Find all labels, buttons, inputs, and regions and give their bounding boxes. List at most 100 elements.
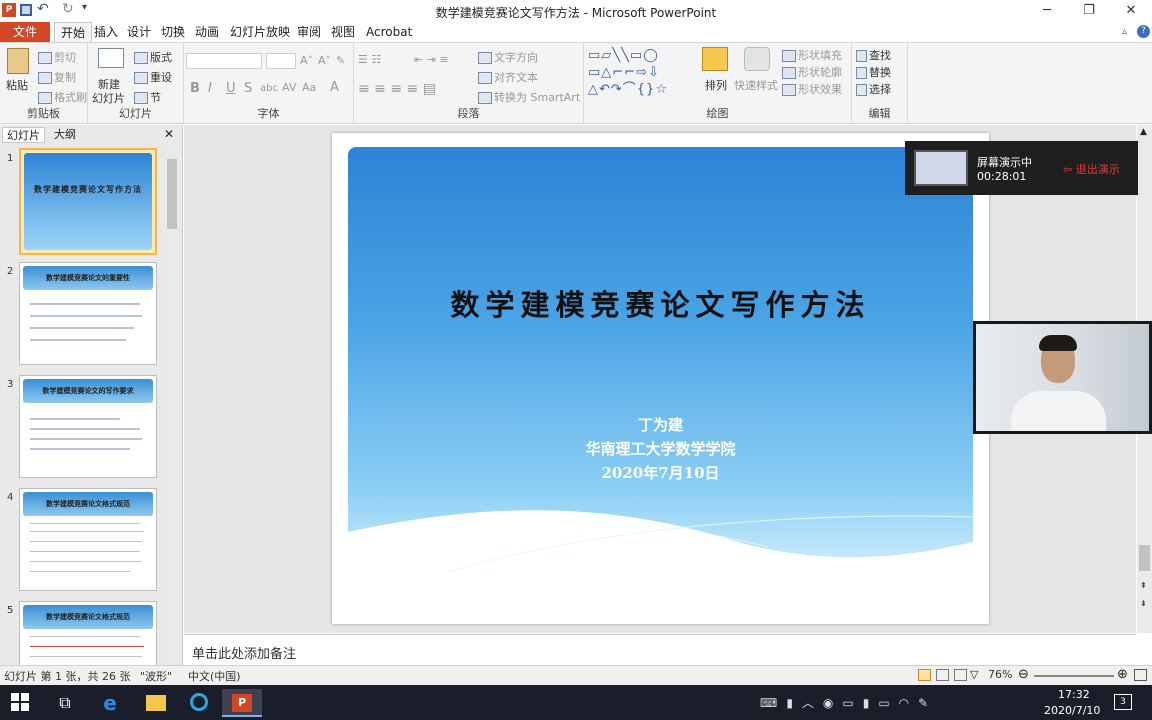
help-icon[interactable]: ? — [1137, 25, 1150, 38]
indent-icon[interactable]: ⇤ ⇥ ≡ — [414, 53, 449, 66]
slide-affiliation[interactable]: 华南理工大学数学学院 — [348, 438, 973, 459]
clear-format-icon[interactable]: ✎ — [336, 54, 345, 67]
tab-slideshow[interactable]: 幻灯片放映 — [224, 22, 296, 42]
slide-thumbnail[interactable]: 数学建模竞赛论文格式规范 — [19, 488, 157, 591]
strikethrough-button[interactable]: S — [244, 81, 252, 96]
exit-share-button[interactable]: ⇦ 退出演示 — [1063, 161, 1120, 177]
tab-view[interactable]: 视图 — [325, 22, 361, 42]
close-button[interactable]: ✕ — [1110, 0, 1152, 22]
notification-icon[interactable]: 3 — [1114, 694, 1132, 710]
new-slide-dropdown[interactable]: 幻灯片 — [92, 90, 125, 106]
editor-scroll-thumb[interactable] — [1139, 545, 1150, 571]
minimize-ribbon-icon[interactable]: ▵ — [1122, 26, 1127, 37]
shape-effects-button[interactable]: 形状效果 — [782, 81, 842, 97]
minimize-button[interactable]: ─ — [1026, 0, 1068, 22]
tab-animations[interactable]: 动画 — [189, 22, 225, 42]
format-painter-button[interactable]: 格式刷 — [38, 89, 87, 105]
zoom-in-icon[interactable]: ⊕ — [1117, 667, 1128, 682]
underline-button[interactable]: U — [226, 81, 236, 96]
layout-button[interactable]: 版式 — [134, 49, 172, 65]
slide-date[interactable]: 2020年7月10日 — [348, 462, 973, 483]
tab-design[interactable]: 设计 — [121, 22, 157, 42]
select-button[interactable]: 选择 — [856, 81, 891, 97]
tab-home[interactable]: 开始 — [54, 22, 93, 42]
align-buttons[interactable]: ≡ ≡ ≡ ≡ ▤ — [358, 81, 436, 97]
normal-view-icon[interactable] — [918, 669, 931, 681]
panel-scroll-thumb[interactable] — [167, 159, 177, 229]
shape-outline-button[interactable]: 形状轮廓 — [782, 64, 842, 80]
copy-button[interactable]: 复制 — [38, 69, 76, 85]
text-direction-button[interactable]: 文字方向 — [478, 49, 538, 65]
slide-author[interactable]: 丁为建 — [348, 414, 973, 435]
shapes-gallery[interactable]: ▭▱╲╲▭◯ ▭△⌐⌐⇨⇩ △↶↷⌒{}☆ — [588, 47, 688, 99]
paste-icon[interactable] — [7, 48, 29, 74]
slide-title[interactable]: 数学建模竞赛论文写作方法 — [348, 282, 973, 324]
arrange-icon[interactable] — [702, 47, 728, 71]
task-view-icon[interactable]: ⧉ — [45, 689, 85, 717]
section-button[interactable]: 节 — [134, 89, 161, 105]
font-size-select[interactable] — [266, 53, 296, 69]
notes-placeholder[interactable]: 单击此处添加备注 — [192, 643, 296, 662]
powerpoint-taskbar-icon[interactable]: P — [222, 689, 262, 717]
grow-font-icon[interactable]: A˄ — [300, 54, 313, 67]
quick-styles-button[interactable]: 快速样式 — [734, 77, 778, 93]
quick-styles-icon[interactable] — [744, 47, 770, 71]
meeting-app-icon[interactable] — [180, 689, 220, 717]
paste-button[interactable]: 粘贴 — [6, 77, 28, 93]
zoom-slider[interactable] — [1034, 675, 1114, 677]
prev-slide-icon[interactable]: ⇞ — [1140, 581, 1147, 590]
zoom-level[interactable]: 76% — [988, 668, 1012, 681]
slide-thumbnail[interactable]: 数学建模竞赛论文格式规范 — [19, 601, 157, 665]
file-explorer-icon[interactable] — [135, 689, 175, 717]
notes-pane[interactable]: 单击此处添加备注 — [184, 634, 1136, 664]
align-text-button[interactable]: 对齐文本 — [478, 69, 538, 85]
font-color-icon[interactable]: A — [330, 80, 339, 95]
tab-transitions[interactable]: 切换 — [155, 22, 191, 42]
italic-button[interactable]: I — [208, 81, 212, 96]
language-indicator[interactable]: 中文(中国) — [188, 668, 241, 684]
maximize-button[interactable]: ❐ — [1068, 0, 1110, 22]
shrink-font-icon[interactable]: A˅ — [318, 54, 331, 67]
clock-date[interactable]: 2020/7/10 — [1044, 704, 1100, 717]
slide-thumbnail[interactable]: 数学建模竞赛论文的重要性 — [19, 262, 157, 365]
slideshow-icon[interactable]: ▽ — [970, 668, 978, 681]
tab-insert[interactable]: 插入 — [88, 22, 124, 42]
bold-button[interactable]: B — [190, 81, 200, 96]
theme-name[interactable]: "波形" — [140, 668, 172, 684]
thumb-title: 数学建模竞赛论文的写作要求 — [23, 379, 153, 403]
tab-file[interactable]: 文件 — [0, 22, 50, 42]
slide-sorter-icon[interactable] — [936, 669, 949, 681]
tab-acrobat[interactable]: Acrobat — [360, 22, 418, 42]
next-slide-icon[interactable]: ⇟ — [1140, 599, 1147, 608]
change-case-button[interactable]: Aa — [302, 81, 316, 94]
replace-button[interactable]: 替换 — [856, 64, 891, 80]
panel-scrollbar[interactable] — [165, 145, 179, 665]
shadow-button[interactable]: abc — [260, 83, 278, 94]
cut-button[interactable]: 剪切 — [38, 49, 76, 65]
arrange-button[interactable]: 排列 — [705, 77, 727, 93]
replace-icon — [856, 67, 867, 79]
scroll-up-icon[interactable]: ▲ — [1140, 127, 1147, 137]
reading-view-icon[interactable] — [954, 669, 967, 681]
shape-fill-button[interactable]: 形状填充 — [782, 47, 842, 63]
font-name-select[interactable] — [186, 53, 262, 69]
tab-outline-panel[interactable]: 大纲 — [50, 127, 80, 143]
slide-thumbnail[interactable]: 数学建模竞赛论文的写作要求 — [19, 375, 157, 478]
smartart-button[interactable]: 转换为 SmartArt — [478, 89, 580, 105]
shape-effects-label: 形状效果 — [798, 83, 842, 96]
zoom-out-icon[interactable]: ⊖ — [1018, 667, 1029, 682]
tab-review[interactable]: 审阅 — [291, 22, 327, 42]
char-spacing-button[interactable]: AV — [282, 81, 296, 94]
fit-window-icon[interactable] — [1134, 669, 1147, 681]
tab-slides-panel[interactable]: 幻灯片 — [2, 127, 45, 143]
tray-icons[interactable]: ⌨▮︿◉▭▮▭◠✎ — [760, 694, 937, 711]
clock-time[interactable]: 17:32 — [1058, 688, 1090, 701]
start-button[interactable] — [11, 693, 29, 711]
new-slide-icon[interactable] — [98, 48, 124, 68]
slide-thumbnail[interactable]: 数学建模竞赛论文写作方法 — [19, 148, 157, 255]
find-button[interactable]: 查找 — [856, 47, 891, 63]
edge-browser-icon[interactable]: e — [90, 689, 130, 717]
reset-button[interactable]: 重设 — [134, 69, 172, 85]
bullets-icon[interactable]: ☰ ☷ — [358, 53, 381, 66]
close-panel-icon[interactable]: ✕ — [164, 127, 174, 141]
